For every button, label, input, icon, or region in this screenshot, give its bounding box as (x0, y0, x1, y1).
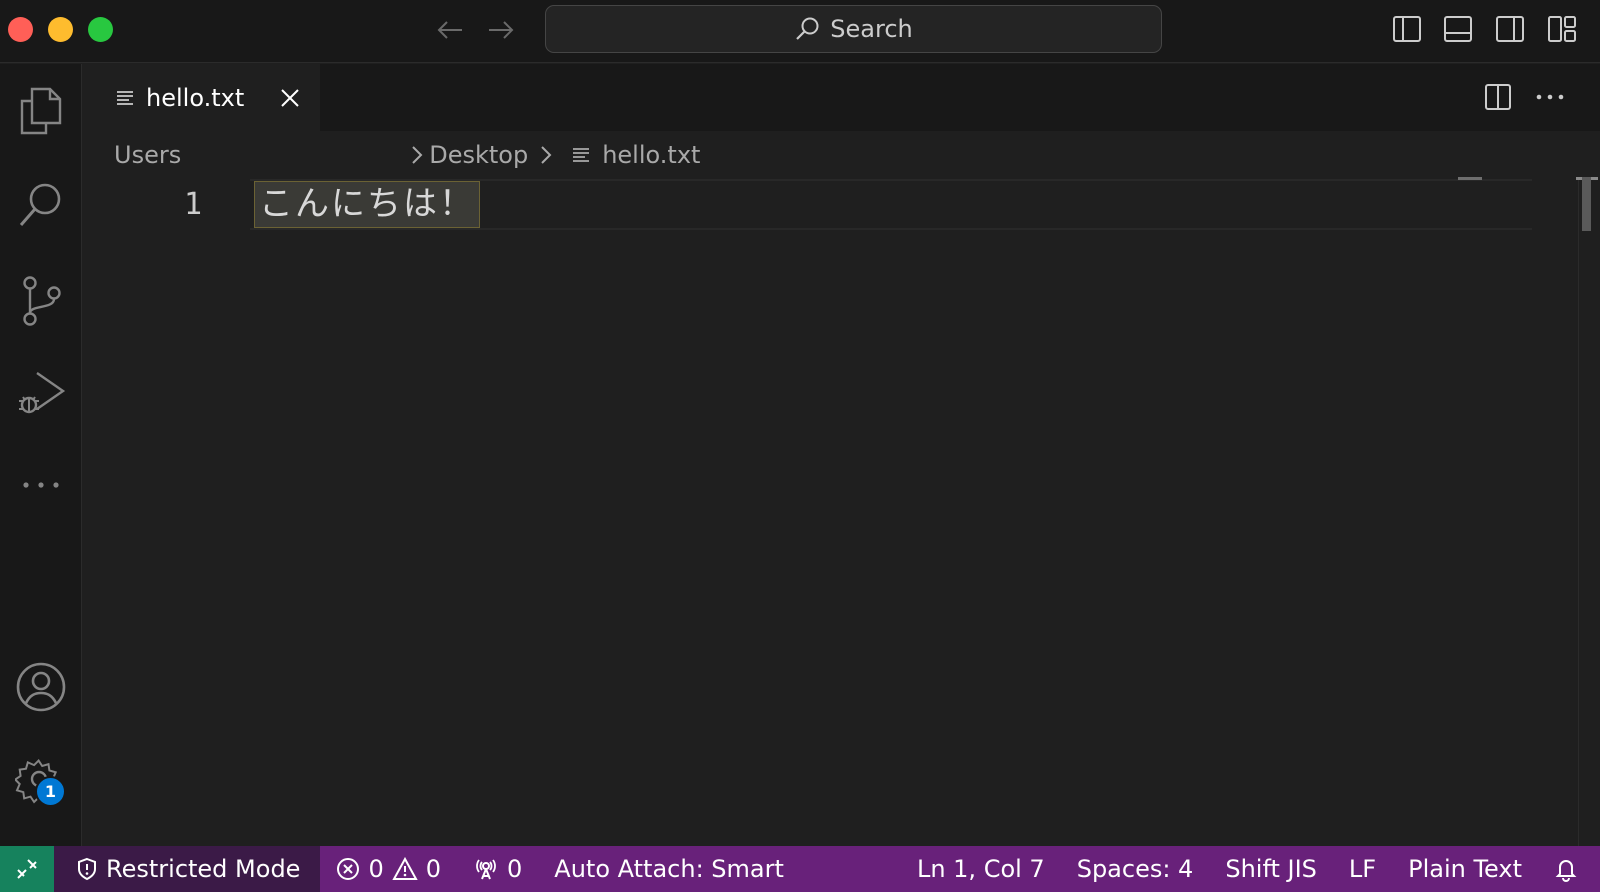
error-icon (337, 858, 360, 880)
more-icon[interactable] (0, 444, 82, 526)
shield-icon (78, 857, 96, 881)
ports-count: 0 (507, 855, 523, 883)
minimize-window-icon[interactable] (48, 17, 73, 42)
minimap-line (1458, 177, 1482, 180)
chevron-right-icon (411, 145, 423, 165)
search-label: Search (830, 15, 913, 43)
text-file-icon (573, 148, 590, 162)
explorer-files-icon[interactable] (0, 70, 82, 152)
remote-icon[interactable] (0, 846, 54, 892)
settings-badge: 1 (35, 776, 66, 807)
line-number: 1 (183, 187, 202, 222)
close-window-icon[interactable] (8, 17, 33, 42)
more-actions-icon[interactable] (1533, 80, 1567, 114)
arrow-right-icon[interactable] (485, 14, 517, 46)
close-icon[interactable] (277, 85, 303, 111)
split-editor-icon[interactable] (1481, 80, 1515, 114)
breadcrumb-users[interactable]: Users (114, 141, 181, 169)
text-file-icon (116, 89, 134, 107)
breadcrumb-file-label: hello.txt (602, 141, 701, 169)
warning-icon (392, 857, 418, 880)
eol-selector[interactable]: LF (1333, 846, 1392, 892)
redacted-path-segment (200, 131, 410, 175)
chevron-right-icon (540, 145, 552, 165)
editor-tabs: hello.txt (82, 64, 1600, 131)
restricted-mode-label: Restricted Mode (106, 855, 301, 883)
run-and-debug-icon[interactable] (0, 352, 82, 434)
restricted-mode-indicator[interactable]: Restricted Mode (54, 846, 321, 892)
search-icon (796, 17, 819, 40)
bell-icon[interactable] (1538, 846, 1600, 892)
status-bar: Restricted Mode 0 0 0 Auto Attach: Smart… (0, 846, 1600, 892)
title-bar: Search (0, 0, 1600, 63)
auto-attach-indicator[interactable]: Auto Attach: Smart (538, 846, 800, 892)
error-count: 0 (368, 855, 384, 883)
encoding-selector[interactable]: Shift JIS (1209, 846, 1333, 892)
broadcast-icon (476, 859, 496, 880)
command-center-search[interactable]: Search (545, 5, 1162, 53)
accounts-icon[interactable] (0, 646, 82, 728)
indentation-selector[interactable]: Spaces: 4 (1061, 846, 1210, 892)
ports-indicator[interactable]: 0 (457, 846, 538, 892)
line-text[interactable]: こんにちは！ (254, 181, 480, 228)
customize-layout-icon[interactable] (1545, 12, 1579, 46)
breadcrumb-file[interactable]: hello.txt (572, 141, 700, 169)
activity-bar: 1 (0, 64, 82, 846)
tab-label: hello.txt (146, 84, 245, 112)
source-control-icon[interactable] (0, 260, 82, 342)
arrow-left-icon[interactable] (434, 14, 466, 46)
editor-area[interactable]: 1 こんにちは！ (82, 177, 1600, 846)
problems-indicator[interactable]: 0 0 (320, 846, 457, 892)
cursor-position[interactable]: Ln 1, Col 7 (901, 846, 1061, 892)
tab-hello-txt[interactable]: hello.txt (82, 64, 320, 131)
scrollbar-track (1578, 179, 1579, 846)
scrollbar-slider[interactable] (1582, 177, 1591, 231)
warning-count: 0 (425, 855, 441, 883)
maximize-window-icon[interactable] (88, 17, 113, 42)
breadcrumb-desktop[interactable]: Desktop (429, 141, 528, 169)
language-mode-selector[interactable]: Plain Text (1392, 846, 1538, 892)
toggle-secondary-sidebar-icon[interactable] (1493, 12, 1527, 46)
toggle-primary-sidebar-icon[interactable] (1390, 12, 1424, 46)
manage-gear-icon[interactable]: 1 (0, 740, 82, 822)
search-icon[interactable] (0, 164, 82, 246)
toggle-panel-icon[interactable] (1441, 12, 1475, 46)
